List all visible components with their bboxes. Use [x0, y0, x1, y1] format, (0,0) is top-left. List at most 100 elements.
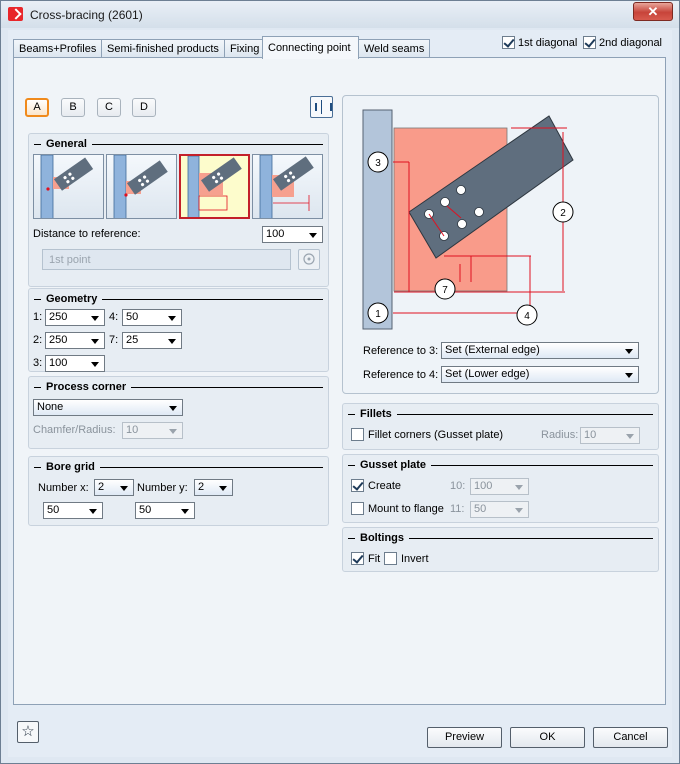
connection-type-3-thumbnail-selected[interactable] [179, 154, 250, 219]
tab-fixing[interactable]: Fixing [224, 39, 263, 58]
fit-label: Fit [368, 553, 381, 565]
connection-diagram: 3 2 1 4 7 [362, 109, 574, 330]
ok-button[interactable]: OK [510, 727, 585, 748]
geometry-4-label: 4: [109, 311, 119, 323]
bore-spacing-x-select[interactable]: 50 [43, 502, 103, 519]
variant-b-button[interactable]: B [61, 98, 85, 117]
create-checkbox[interactable] [351, 479, 364, 492]
boltings-header: Boltings [348, 531, 653, 545]
distance-to-reference-select[interactable]: 100 [262, 226, 323, 243]
cancel-button[interactable]: Cancel [593, 727, 668, 748]
geometry-1-label: 1: [33, 311, 43, 323]
reference-4-label: Reference to 4: [363, 369, 439, 381]
connecting-point-panel: A B C D General Distance to reference: 1… [13, 57, 666, 705]
reference-3-select[interactable]: Set (External edge) [441, 342, 639, 359]
marker-1: 1 [375, 309, 381, 320]
variant-a-button[interactable]: A [25, 98, 49, 117]
tab-semi-finished-products[interactable]: Semi-finished products [101, 39, 225, 58]
gusset-plate-header: Gusset plate [348, 458, 653, 472]
geometry-4-select[interactable]: 50 [122, 309, 182, 326]
title-bar[interactable]: Cross-bracing (2601) ✕ [1, 1, 679, 28]
tab-weld-seams[interactable]: Weld seams [358, 39, 430, 58]
gusset-10-select[interactable]: 100 [470, 478, 529, 495]
dialog-body: Beams+Profiles Semi-finished products Fi… [8, 30, 672, 757]
first-diagonal-check[interactable] [502, 36, 515, 49]
create-label: Create [368, 480, 402, 492]
pick-point-button[interactable] [298, 249, 320, 270]
fillet-corners-label: Fillet corners (Gusset plate) [368, 429, 504, 441]
geometry-1-select[interactable]: 250 [45, 309, 105, 326]
number-y-label: Number y: [137, 482, 188, 494]
connection-type-4-thumbnail[interactable] [252, 154, 323, 219]
number-x-label: Number x: [38, 482, 89, 494]
gusset-11-label: 11: [450, 503, 465, 515]
radius-label: Radius: [541, 429, 579, 441]
geometry-3-label: 3: [33, 357, 43, 369]
chamfer-radius-select[interactable]: 10 [122, 422, 183, 439]
gusset-11-select[interactable]: 50 [470, 501, 529, 518]
geometry-2-label: 2: [33, 334, 43, 346]
bore-grid-header: Bore grid [34, 460, 323, 474]
bore-spacing-y-select[interactable]: 50 [135, 502, 195, 519]
window-title: Cross-bracing (2601) [30, 8, 143, 22]
preview-button[interactable]: Preview [427, 727, 502, 748]
invert-label: Invert [401, 553, 429, 565]
marker-2: 2 [560, 208, 566, 219]
mount-to-flange-checkbox[interactable] [351, 502, 364, 515]
process-corner-header: Process corner [34, 380, 323, 394]
second-diagonal-checkbox[interactable]: 2nd diagonal [583, 36, 662, 49]
first-point-field[interactable]: 1st point [42, 249, 291, 270]
general-group: General Distance to reference: 100 1st p… [28, 133, 329, 287]
close-button[interactable]: ✕ [633, 2, 673, 21]
marker-7: 7 [442, 285, 448, 296]
fillets-header: Fillets [348, 407, 653, 421]
geometry-2-select[interactable]: 250 [45, 332, 105, 349]
reference-3-label: Reference to 3: [363, 345, 439, 357]
connection-type-1-icon [40, 155, 94, 218]
connection-type-2-thumbnail[interactable] [106, 154, 177, 219]
dialog-window: Cross-bracing (2601) ✕ Beams+Profiles Se… [0, 0, 680, 764]
second-diagonal-check[interactable] [583, 36, 596, 49]
general-header: General [34, 137, 323, 151]
geometry-group: Geometry 1: 250 4: 50 2: 250 7: 25 3: 10… [28, 288, 329, 372]
variant-d-button[interactable]: D [132, 98, 156, 117]
radius-select[interactable]: 10 [580, 427, 640, 444]
connection-type-1-thumbnail[interactable] [33, 154, 104, 219]
chamfer-radius-label: Chamfer/Radius: [33, 424, 116, 436]
gusset-10-label: 10: [450, 480, 466, 492]
connection-type-2-icon [113, 155, 168, 218]
first-diagonal-checkbox[interactable]: 1st diagonal [502, 36, 577, 49]
geometry-7-select[interactable]: 25 [122, 332, 182, 349]
invert-checkbox[interactable] [384, 552, 397, 565]
boltings-group: Boltings Fit Invert [342, 527, 659, 572]
marker-3: 3 [375, 158, 381, 169]
tab-beams-profiles[interactable]: Beams+Profiles [13, 39, 102, 58]
mount-to-flange-label: Mount to flange [368, 503, 444, 515]
geometry-header: Geometry [34, 292, 323, 306]
app-logo-icon [8, 7, 23, 21]
second-diagonal-label: 2nd diagonal [599, 36, 663, 49]
tab-connecting-point[interactable]: Connecting point [262, 36, 359, 59]
favorites-star-icon[interactable]: ☆ [17, 721, 39, 743]
variant-c-button[interactable]: C [97, 98, 121, 117]
mirror-icon[interactable] [310, 96, 333, 118]
process-corner-group: Process corner None Chamfer/Radius: 10 [28, 376, 329, 449]
reference-4-select[interactable]: Set (Lower edge) [441, 366, 639, 383]
distance-to-reference-label: Distance to reference: [33, 228, 141, 240]
process-corner-select[interactable]: None [33, 399, 183, 416]
connection-type-4-icon [259, 155, 314, 218]
connection-diagram-panel: 3 2 1 4 7 Reference to 3: Set (External … [342, 95, 659, 394]
fit-checkbox[interactable] [351, 552, 364, 565]
fillets-group: Fillets Fillet corners (Gusset plate) Ra… [342, 403, 659, 450]
connection-type-3-icon [187, 156, 242, 217]
geometry-3-select[interactable]: 100 [45, 355, 105, 372]
gusset-plate-group: Gusset plate Create Mount to flange 10: … [342, 454, 659, 523]
pick-point-icon [303, 253, 315, 265]
fillet-corners-checkbox[interactable] [351, 428, 364, 441]
first-diagonal-label: 1st diagonal [518, 36, 578, 49]
bore-grid-group: Bore grid Number x: 2 Number y: 2 50 50 [28, 456, 329, 526]
number-x-select[interactable]: 2 [94, 479, 134, 496]
column-profile-shape [362, 109, 393, 330]
number-y-select[interactable]: 2 [194, 479, 233, 496]
marker-4: 4 [524, 311, 530, 322]
